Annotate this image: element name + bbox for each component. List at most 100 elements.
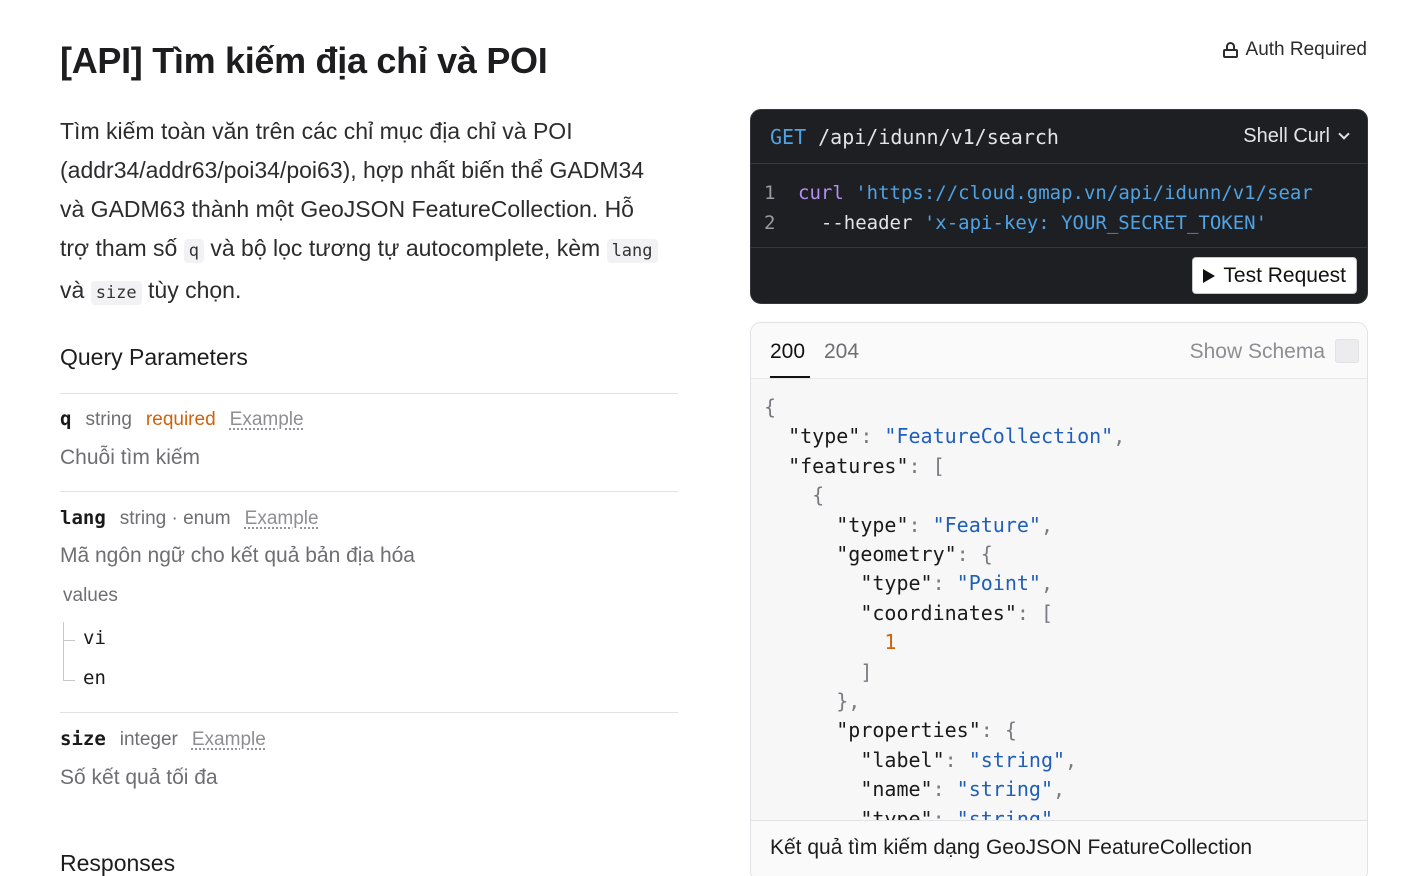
param-lang-header: lang string · enum Example [60, 507, 319, 530]
json-line: "coordinates": [ [764, 599, 1364, 628]
code-command: curl [798, 182, 844, 204]
json-line: "geometry": { [764, 540, 1364, 569]
response-example-panel: 200 204 Show Schema { "type": "FeatureCo… [750, 322, 1368, 876]
endpoint-description: Tìm kiếm toàn văn trên các chỉ mục địa c… [60, 112, 660, 313]
example-link[interactable]: Example [192, 729, 266, 751]
test-request-button[interactable]: Test Request [1192, 257, 1357, 294]
show-schema-checkbox[interactable] [1335, 339, 1359, 363]
param-type: string · enum [119, 508, 231, 529]
language-select[interactable]: Shell Curl [1243, 125, 1350, 148]
json-token: : { [980, 718, 1017, 743]
json-token: , [1065, 747, 1078, 772]
active-tab-indicator [770, 376, 810, 378]
request-example-panel: GET /api/idunn/v1/search Shell Curl 1 cur… [750, 109, 1368, 304]
query-parameters-heading: Query Parameters [60, 344, 248, 370]
json-token: : [860, 424, 885, 449]
enum-value: en [83, 667, 106, 689]
divider [60, 491, 678, 492]
json-token: "Point" [956, 571, 1041, 596]
param-type: string [85, 409, 132, 430]
example-link[interactable]: Example [245, 508, 319, 530]
description-text: và [60, 277, 91, 303]
json-line: 1 [764, 628, 1364, 657]
request-header: GET /api/idunn/v1/search Shell Curl [751, 110, 1367, 164]
json-token: : { [956, 542, 993, 567]
param-name: lang [60, 507, 106, 529]
json-token: 1 [764, 630, 897, 655]
param-description: Mã ngôn ngữ cho kết quả bản địa hóa [60, 544, 415, 567]
json-token: : [932, 777, 957, 802]
json-token: "geometry" [764, 542, 957, 567]
param-name: size [60, 728, 106, 750]
json-line: "type": "Point", [764, 569, 1364, 598]
request-footer: Test Request [751, 247, 1367, 303]
play-icon [1203, 268, 1216, 283]
enum-values-label: values [63, 585, 118, 606]
json-token: }, [764, 689, 861, 714]
param-size-header: size integer Example [60, 728, 266, 751]
json-token: , [1040, 571, 1054, 596]
line-number: 2 [764, 212, 776, 234]
json-token: { [764, 395, 777, 419]
code-option: --header [798, 212, 913, 234]
json-line: "type": "FeatureCollection", [764, 422, 1364, 451]
json-token: : [908, 512, 933, 537]
required-badge: required [145, 409, 216, 430]
tab-status-204[interactable]: 204 [824, 340, 859, 364]
json-token: "label" [764, 747, 945, 772]
json-token: "coordinates" [764, 600, 1017, 625]
json-token: "string" [956, 777, 1053, 802]
json-token: "type" [764, 512, 909, 537]
json-token: , [1113, 424, 1126, 449]
json-token: "Feature" [932, 512, 1041, 537]
response-description: Kết quả tìm kiếm dạng GeoJSON FeatureCol… [751, 820, 1367, 876]
language-select-label: Shell Curl [1243, 125, 1330, 147]
json-token: , [1040, 512, 1054, 537]
json-token: "string" [968, 747, 1066, 772]
json-token: "FeatureCollection" [884, 424, 1114, 449]
curl-code-block: 1 curl 'https://cloud.gmap.vn/api/idunn/v… [751, 164, 1367, 238]
divider [60, 712, 678, 713]
json-line: }, [764, 687, 1364, 716]
line-number: 1 [764, 182, 776, 204]
param-description: Số kết quả tối đa [60, 766, 218, 789]
param-description: Chuỗi tìm kiếm [60, 446, 201, 469]
enum-tree-line [63, 622, 64, 680]
response-tabs: 200 204 Show Schema [751, 323, 1367, 379]
http-method: GET [770, 124, 807, 149]
json-line: "type": "string", [764, 805, 1364, 821]
param-type: integer [119, 729, 178, 750]
json-line: "properties": { [764, 716, 1364, 745]
enum-tree-tick [63, 640, 75, 641]
json-token: "type" [764, 424, 861, 449]
json-line: ] [764, 658, 1364, 687]
json-token: "features" [764, 453, 909, 478]
enum-value: vi [83, 627, 106, 649]
inline-code-q: q [183, 239, 204, 263]
description-text: và bộ lọc tương tự autocomplete, kèm [203, 235, 607, 261]
json-token: : [944, 747, 969, 772]
auth-label: Auth Required [1245, 39, 1367, 60]
show-schema-toggle[interactable]: Show Schema [1190, 340, 1325, 364]
enum-tree-tick [63, 680, 75, 681]
json-line: { [764, 481, 1364, 510]
json-token: : [ [1016, 600, 1053, 625]
example-link[interactable]: Example [230, 409, 304, 431]
json-token: : [ [908, 453, 945, 478]
json-token: "string" [956, 806, 1053, 821]
code-string: 'https://cloud.gmap.vn/api/idunn/v1/sear [855, 182, 1313, 204]
responses-heading: Responses [60, 850, 176, 876]
chevron-down-icon [1338, 128, 1350, 140]
json-line: { [764, 393, 1364, 422]
json-token: "name" [764, 777, 933, 802]
lock-icon [1222, 42, 1238, 58]
param-name: q [60, 408, 72, 430]
description-text: tùy chọn. [141, 277, 242, 303]
json-token: , [1053, 777, 1066, 802]
json-line: "type": "Feature", [764, 511, 1364, 540]
divider [60, 393, 678, 394]
tab-status-200[interactable]: 200 [770, 340, 805, 364]
json-line: "name": "string", [764, 775, 1364, 804]
json-line: "features": [ [764, 452, 1364, 481]
test-request-label: Test Request [1223, 263, 1346, 287]
